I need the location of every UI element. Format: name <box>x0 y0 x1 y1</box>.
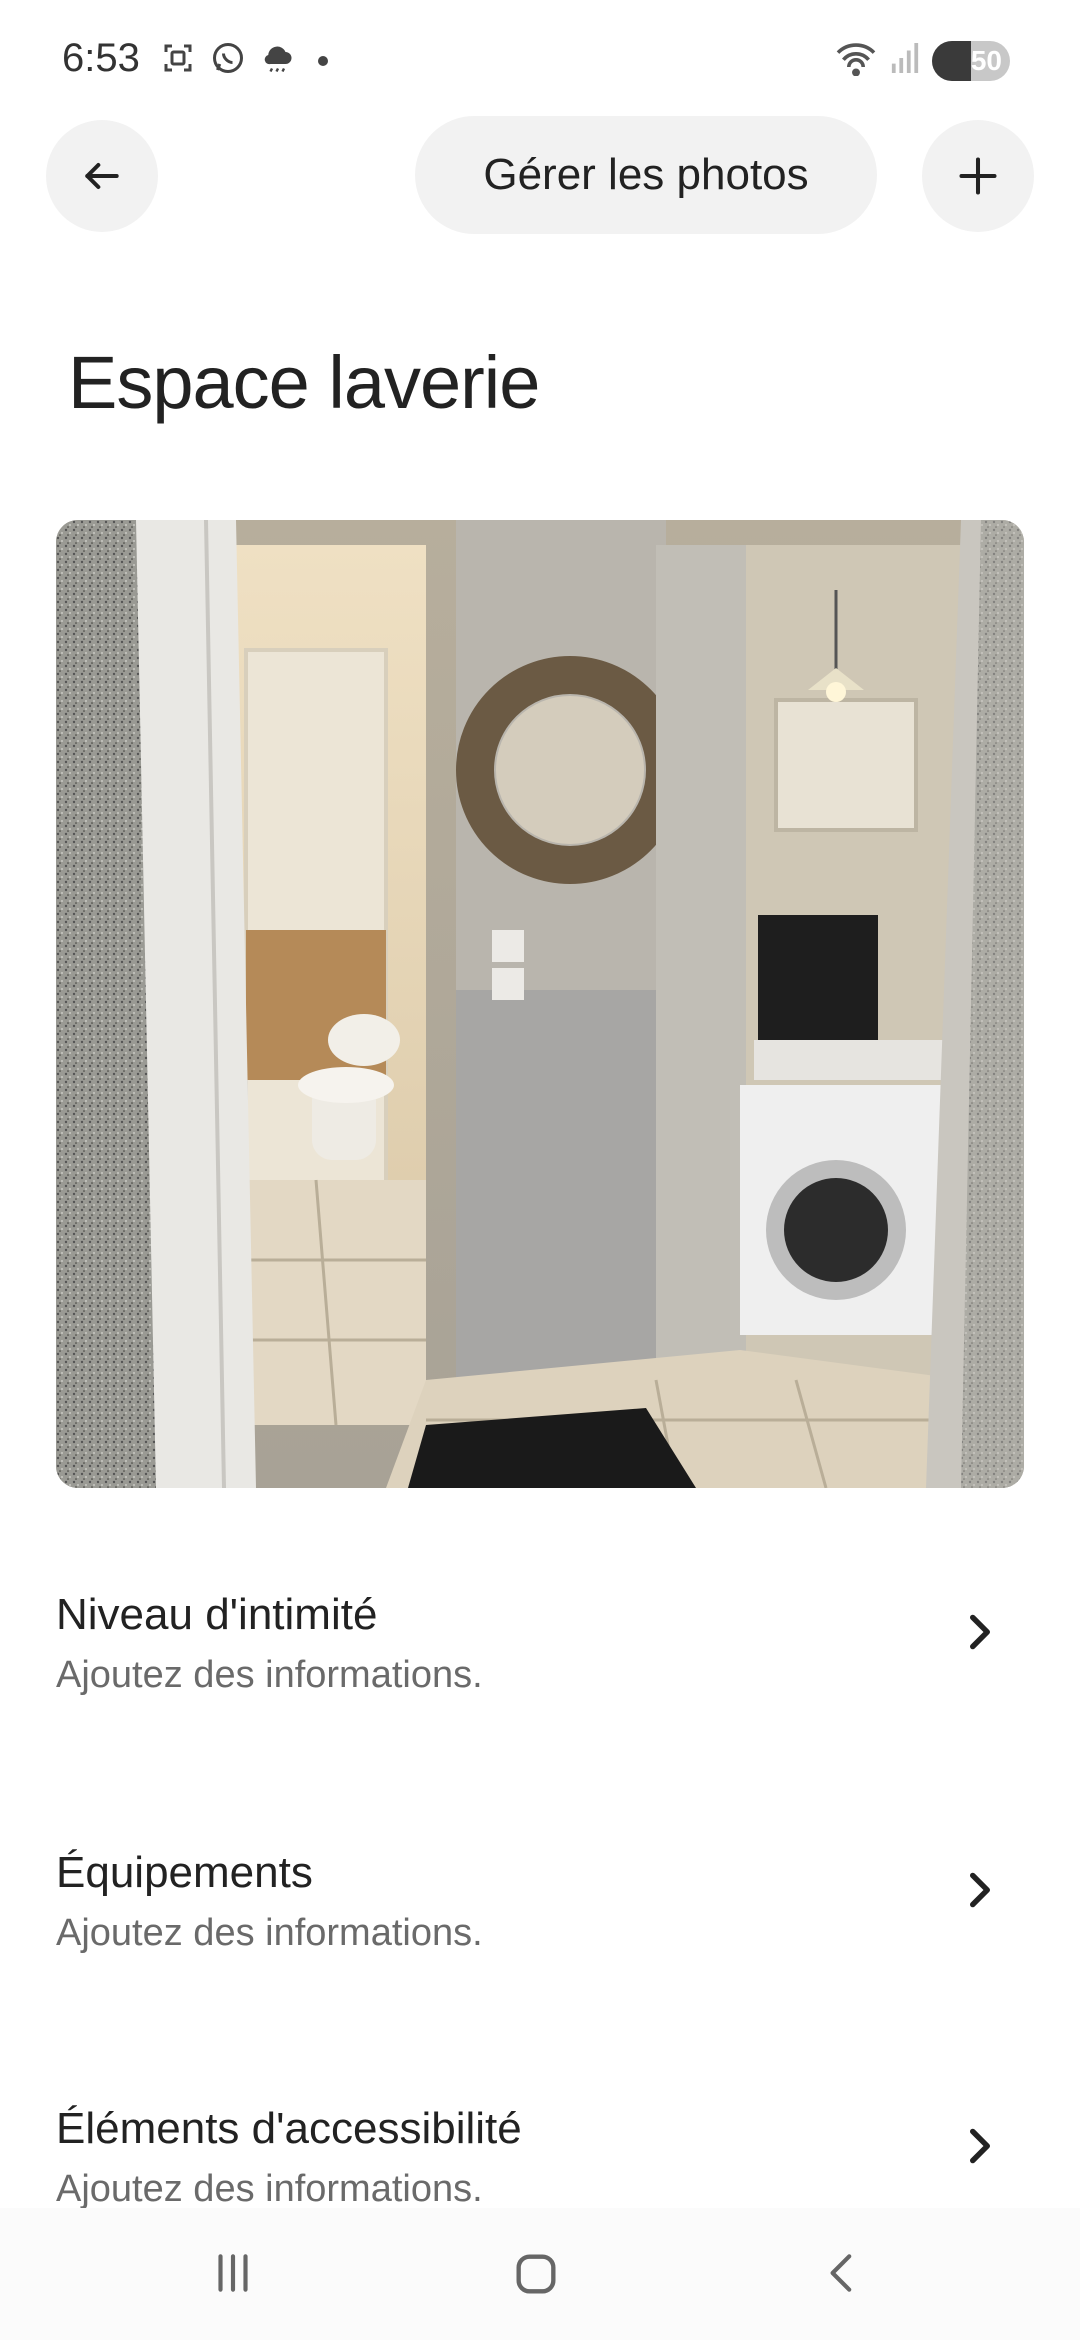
recent-apps-icon[interactable] <box>208 2248 258 2303</box>
arrow-left-icon <box>85 162 119 190</box>
battery-level: 50 <box>970 44 1002 76</box>
status-icons-left <box>160 40 328 81</box>
chevron-right-icon <box>970 2128 990 2164</box>
whatsapp-icon <box>210 40 246 81</box>
system-navigation-bar <box>0 2208 1080 2340</box>
list-item-amenities[interactable]: Équipements Ajoutez des informations. <box>56 1848 1024 1955</box>
battery-fill <box>932 40 971 81</box>
status-icons-right: 50 <box>834 40 1010 81</box>
battery-icon: 50 <box>932 40 1010 81</box>
list-item-title: Niveau d'intimité <box>56 1590 378 1639</box>
page-title: Espace laverie <box>68 340 540 424</box>
list-item-subtitle: Ajoutez des informations. <box>56 2168 483 2208</box>
list-item-subtitle: Ajoutez des informations. <box>56 1654 483 1696</box>
chevron-right-icon <box>970 1614 990 1650</box>
back-button[interactable] <box>46 120 158 232</box>
list-item-subtitle: Ajoutez des informations. <box>56 1912 483 1954</box>
list-item-privacy[interactable]: Niveau d'intimité Ajoutez des informatio… <box>56 1590 1024 1697</box>
wifi-icon <box>834 40 878 81</box>
manage-photos-button[interactable]: Gérer les photos <box>415 116 877 234</box>
screenshot-icon <box>160 40 196 81</box>
home-icon[interactable] <box>510 2248 562 2305</box>
add-button[interactable] <box>922 120 1034 232</box>
list-item-accessibility[interactable]: Éléments d'accessibilité Ajoutez des inf… <box>56 2104 1024 2208</box>
list-item-title: Équipements <box>56 1848 313 1897</box>
room-photo-image <box>56 520 1024 1488</box>
status-time: 6:53 <box>62 36 140 80</box>
list-item-title: Éléments d'accessibilité <box>56 2104 522 2153</box>
plus-icon <box>959 157 997 195</box>
weather-icon <box>260 40 296 81</box>
signal-icon <box>890 41 920 80</box>
chevron-right-icon <box>970 1872 990 1908</box>
back-nav-icon[interactable] <box>818 2248 868 2303</box>
status-bar: 6:53 50 <box>0 0 1080 120</box>
room-photo[interactable] <box>56 520 1024 1488</box>
notification-dot <box>318 55 328 66</box>
